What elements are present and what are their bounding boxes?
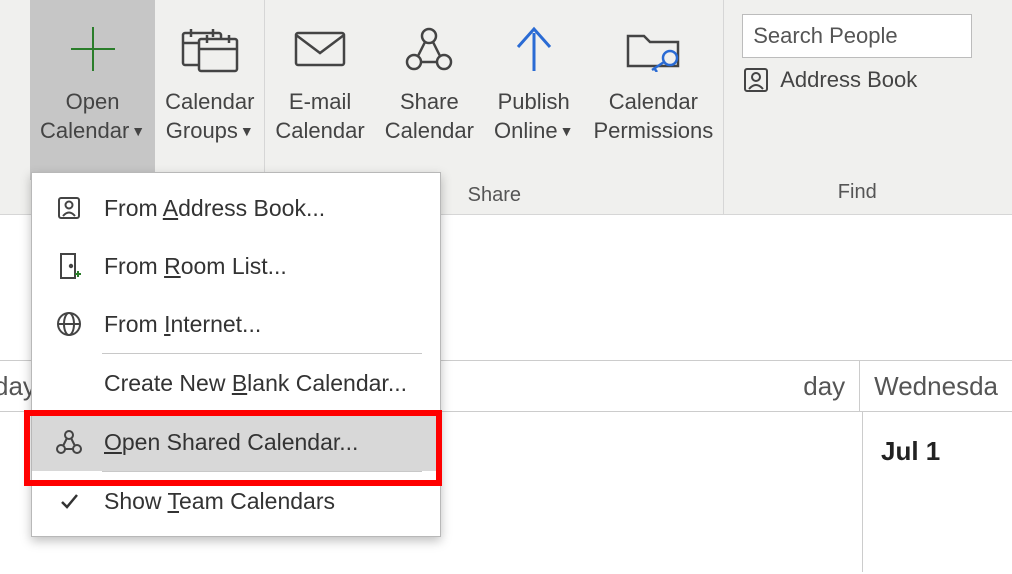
door-icon [52,252,86,280]
menu-from-internet[interactable]: From Internet... [32,295,440,353]
calendar-groups-icon [181,18,239,80]
email-calendar-label1: E-mail [289,88,351,117]
upload-arrow-icon [512,18,556,80]
share-icon [52,429,86,455]
publish-online-label2: Online▼ [494,117,573,146]
share-calendar-button[interactable]: Share Calendar [375,0,484,180]
publish-online-label1: Publish [498,88,570,117]
globe-icon [52,311,86,337]
menu-label: Open Shared Calendar... [104,429,358,456]
menu-open-shared-calendar[interactable]: Open Shared Calendar... [32,413,440,471]
address-book-icon [52,195,86,221]
calendar-permissions-button[interactable]: Calendar Permissions [583,0,723,180]
menu-from-address-book[interactable]: From Address Book... [32,179,440,237]
open-calendar-button[interactable]: Open Calendar▼ [30,0,155,180]
address-book-icon [742,66,770,94]
menu-create-blank-calendar[interactable]: Create New Blank Calendar... [32,354,440,412]
menu-label: Create New Blank Calendar... [104,370,407,397]
calendar-permissions-label1: Calendar [609,88,698,117]
day-header-tuesday-partial: day [449,361,860,411]
share-group-label: Share [468,180,521,213]
publish-online-button[interactable]: Publish Online▼ [484,0,583,180]
open-calendar-icon [67,18,119,80]
menu-label: From Room List... [104,253,287,280]
address-book-label: Address Book [780,67,917,93]
menu-show-team-calendars[interactable]: Show Team Calendars [32,472,440,530]
menu-from-room-list[interactable]: From Room List... [32,237,440,295]
calendar-groups-label2: Groups▼ [166,117,254,146]
share-calendar-label1: Share [400,88,459,117]
menu-label: Show Team Calendars [104,488,335,515]
find-group: Search People Address Book Find [724,0,990,214]
calendar-date-cell[interactable]: Jul 1 [862,412,1012,572]
calendar-groups-button[interactable]: Calendar Groups▼ [155,0,264,180]
open-calendar-label2: Calendar▼ [40,117,145,146]
calendar-permissions-label2: Permissions [593,117,713,146]
folder-key-icon [624,18,682,80]
share-icon [404,18,454,80]
open-calendar-menu: From Address Book... From Room List... F… [31,172,441,537]
open-calendar-label1: Open [66,88,120,117]
envelope-icon [294,18,346,80]
find-group-label: Find [838,177,877,210]
email-calendar-label2: Calendar [275,117,364,146]
calendar-groups-label1: Calendar [165,88,254,117]
menu-label: From Internet... [104,311,261,338]
email-calendar-button[interactable]: E-mail Calendar [265,0,374,180]
address-book-button[interactable]: Address Book [742,66,972,94]
menu-label: From Address Book... [104,195,325,222]
day-header-wednesday-partial: Wednesda [860,361,1012,411]
share-calendar-label2: Calendar [385,117,474,146]
search-people-input[interactable]: Search People [742,14,972,58]
checkmark-icon [52,491,86,511]
